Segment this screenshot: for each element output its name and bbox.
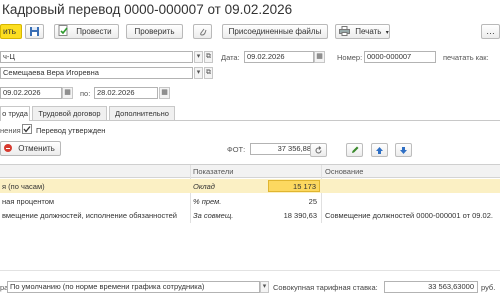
edit-button[interactable] [346, 143, 363, 157]
period-to-calendar-icon[interactable]: ▦ [159, 87, 170, 99]
check-button[interactable]: Проверить [126, 24, 183, 39]
rate-label: Совокупная тарифная ставка: [273, 283, 378, 292]
calc-method-select[interactable]: По умолчанию (по норме времени графика с… [7, 281, 260, 293]
period-from-calendar-icon[interactable]: ▦ [62, 87, 73, 99]
table-header [0, 165, 500, 178]
period-to-field[interactable]: 28.02.2026 [94, 87, 158, 99]
save-icon [30, 27, 39, 36]
arrow-down-icon [400, 147, 407, 154]
checkmark-icon [23, 126, 31, 133]
move-down-button[interactable] [395, 143, 412, 157]
active-cell[interactable]: 15 173 [268, 180, 320, 192]
date-label: Дата: [221, 53, 240, 62]
pencil-icon [352, 146, 359, 153]
transfer-approved-label: Перевод утвержден [36, 126, 106, 135]
tab-additional[interactable]: Дополнительно [109, 106, 175, 120]
organization-dropdown-button[interactable]: ▾ [194, 51, 203, 63]
cancel-button-label: Отменить [18, 144, 55, 153]
transfer-approved-checkbox[interactable] [22, 124, 32, 134]
cancel-button[interactable]: Отменить [0, 141, 61, 156]
row-name: я (по часам) [2, 182, 45, 191]
changes-label: нения [0, 126, 21, 135]
number-field[interactable]: 0000-000007 [364, 51, 436, 63]
more-actions-button[interactable]: … [481, 24, 500, 39]
row-value: 18 390,63 [283, 211, 317, 220]
organization-field[interactable]: ч-Ц [0, 51, 193, 63]
employee-field[interactable]: Семещаева Вера Игоревна [0, 67, 193, 79]
row-value: 15 173 [293, 182, 316, 191]
paperclip-icon [200, 28, 207, 36]
move-up-button[interactable] [371, 143, 388, 157]
tab-employment-contract[interactable]: Трудовой договор [32, 106, 107, 120]
arrow-up-icon [376, 147, 383, 154]
row-name: ная процентом [2, 197, 55, 206]
column-header-basis: Основание [325, 167, 364, 176]
tab-labor[interactable]: о труда [0, 106, 30, 121]
refresh-button[interactable] [310, 143, 327, 157]
check-button-label: Проверить [134, 27, 175, 36]
tab-strip-line [0, 120, 500, 121]
currency-label: руб. [481, 283, 496, 292]
printer-icon [339, 26, 350, 36]
table-row[interactable]: вмещение должностей, исполнение обязанно… [0, 208, 500, 222]
table-row[interactable]: ная процентом % прем. 25 [0, 194, 500, 208]
employee-dropdown-button[interactable]: ▾ [194, 67, 203, 79]
calendar-icon[interactable]: ▦ [314, 51, 325, 63]
organization-open-button[interactable]: ⧉ [204, 51, 213, 63]
chevron-down-icon: ▾ [385, 30, 389, 36]
calc-method-dropdown-button[interactable]: ▾ [260, 281, 269, 293]
post-button[interactable]: Провести [54, 24, 119, 39]
table-row[interactable]: я (по часам) Оклад 15 173 [0, 179, 500, 193]
attached-files-label: Присоединенные файлы [228, 27, 322, 36]
attach-button[interactable] [193, 24, 212, 39]
employee-open-button[interactable]: ⧉ [204, 67, 213, 79]
footer-divider [0, 270, 500, 271]
fot-label: ФОТ: [227, 145, 246, 154]
rate-field: 33 563,63000 [384, 281, 478, 293]
save-button[interactable] [25, 24, 44, 39]
row-indicator: % прем. [193, 197, 222, 206]
column-header-indicators: Показатели [193, 167, 234, 176]
row-indicator: За совмещ. [193, 211, 234, 220]
fot-field: 37 356,88 [250, 143, 315, 155]
post-document-icon [58, 25, 68, 36]
row-name: вмещение должностей, исполнение обязанно… [2, 211, 177, 220]
attached-files-button[interactable]: Присоединенные файлы [222, 24, 328, 39]
accruals-table: Показатели Основание я (по часам) Оклад … [0, 164, 500, 223]
row-basis: Совмещение должностей 0000-000001 от 09.… [325, 211, 493, 220]
print-button[interactable]: Печать ▾ [335, 24, 390, 39]
print-as-label: печатать как: [443, 53, 489, 62]
post-and-close-label: ить [3, 26, 17, 36]
refresh-icon [315, 146, 322, 154]
cancel-circle-icon [4, 144, 12, 152]
row-value: 25 [308, 197, 317, 206]
period-to-label: по: [80, 89, 91, 98]
row-indicator: Оклад [193, 182, 215, 191]
post-and-close-button[interactable]: ить [0, 24, 22, 39]
date-field[interactable]: 09.02.2026 [244, 51, 314, 63]
post-button-label: Провести [76, 27, 112, 36]
page-title: Кадровый перевод 0000-000007 от 09.02.20… [2, 2, 293, 17]
number-label: Номер: [337, 53, 363, 62]
period-from-field[interactable]: 09.02.2026 [0, 87, 62, 99]
print-button-label: Печать [355, 27, 382, 36]
